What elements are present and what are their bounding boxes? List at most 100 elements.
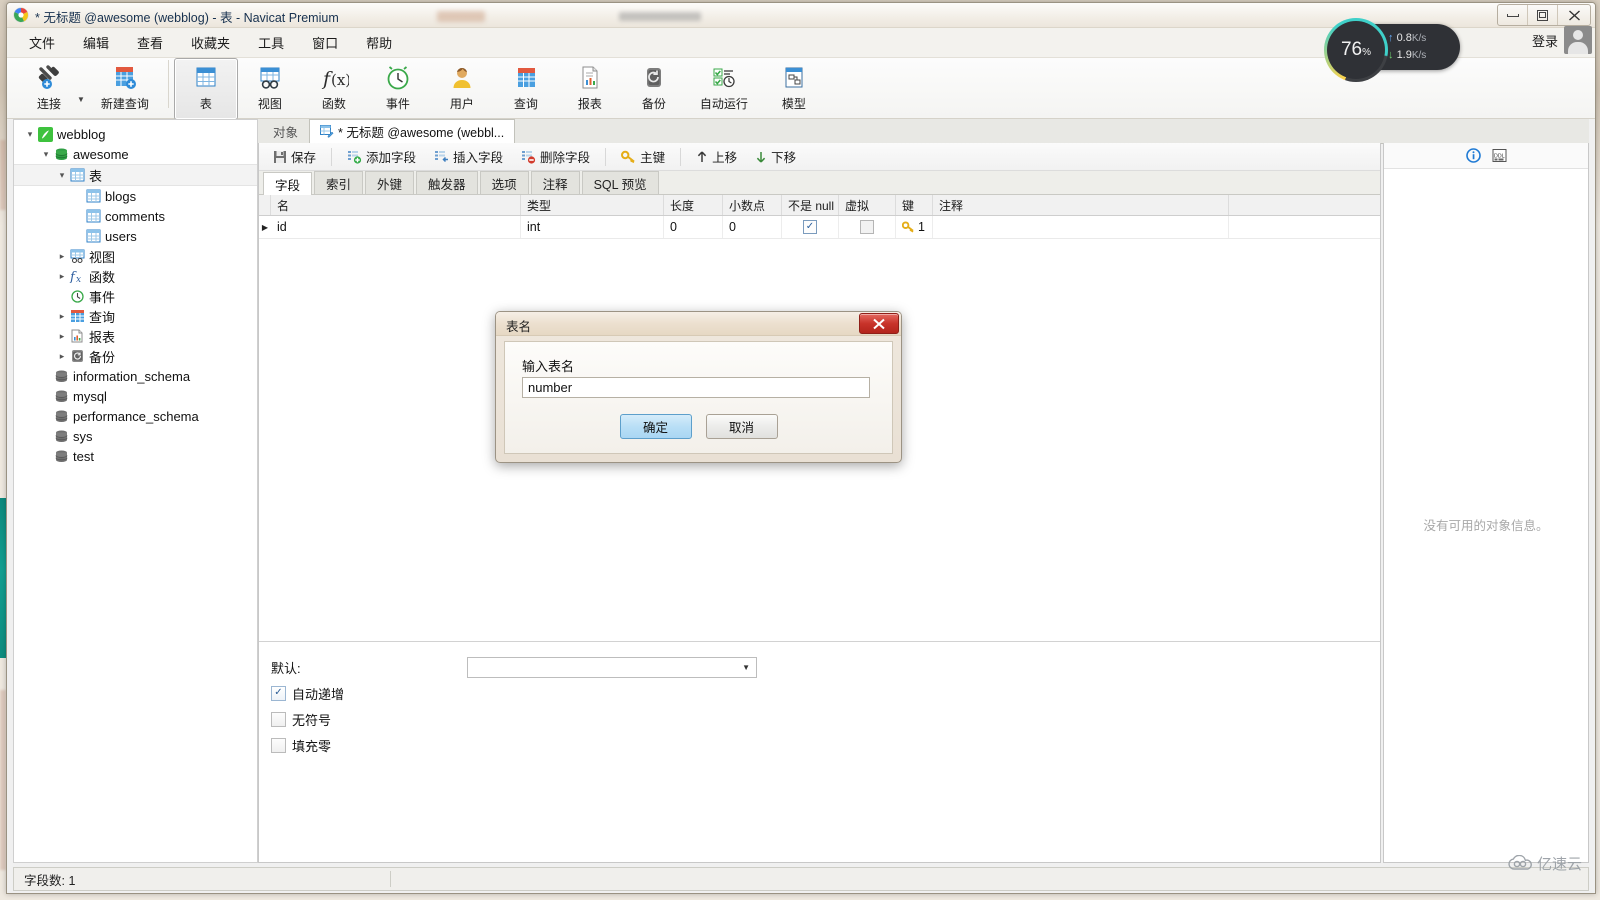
zerofill-row[interactable]: ✓ 填充零	[271, 732, 1380, 758]
toolbar-button-event[interactable]: 事件	[366, 58, 430, 120]
cell-virtual[interactable]: ✓	[839, 216, 896, 238]
twisty-icon[interactable]: ▾	[24, 129, 36, 140]
tree-node-views[interactable]: ▸ 视图	[14, 246, 257, 266]
virtual-checkbox[interactable]: ✓	[860, 220, 874, 234]
cell-key[interactable]: 1	[896, 216, 933, 238]
primary-key-button[interactable]: 主键	[613, 144, 673, 169]
column-header-name[interactable]: 名	[271, 195, 521, 215]
tree-node-test[interactable]: test	[14, 446, 257, 466]
login-link[interactable]: 登录	[1532, 31, 1558, 50]
zerofill-checkbox[interactable]: ✓	[271, 737, 286, 753]
tree-node-awesome[interactable]: ▾ awesome	[14, 144, 257, 164]
cell-decimals[interactable]: 0	[723, 216, 782, 238]
twisty-icon[interactable]: ▸	[56, 351, 68, 362]
chevron-down-icon[interactable]: ▼	[742, 663, 750, 672]
column-header-not-null[interactable]: 不是 null	[782, 195, 839, 215]
toolbar-button-model[interactable]: 模型	[762, 58, 826, 120]
cell-length[interactable]: 0	[664, 216, 723, 238]
move-up-button[interactable]: 上移	[688, 144, 745, 169]
toolbar-button-function[interactable]: f (x) 函数	[302, 58, 366, 120]
column-header-decimals[interactable]: 小数点	[723, 195, 782, 215]
ok-button[interactable]: 确定	[619, 414, 692, 439]
close-button[interactable]	[1558, 5, 1590, 25]
add-field-button[interactable]: 添加字段	[339, 144, 424, 169]
info-icon[interactable]	[1465, 148, 1481, 164]
column-header-type[interactable]: 类型	[521, 195, 664, 215]
toolbar-button-user[interactable]: 用户	[430, 58, 494, 120]
tree-node-mysql[interactable]: mysql	[14, 386, 257, 406]
cell-comment[interactable]	[933, 216, 1229, 238]
tree-node-webblog[interactable]: ▾ webblog	[14, 124, 257, 144]
tree-node-table-comments[interactable]: comments	[14, 206, 257, 226]
menu-item-window[interactable]: 窗口	[298, 29, 352, 56]
toolbar-button-automation[interactable]: 自动运行	[686, 58, 762, 120]
tree-node-table-users[interactable]: users	[14, 226, 257, 246]
cell-field-type[interactable]: int	[521, 216, 664, 238]
tab-comment[interactable]: 注释	[530, 171, 580, 194]
tab-indexes[interactable]: 索引	[314, 171, 364, 194]
auto-increment-checkbox[interactable]: ✓	[271, 685, 286, 701]
cell-not-null[interactable]: ✓	[782, 216, 839, 238]
tab-triggers[interactable]: 触发器	[416, 171, 478, 194]
menu-item-view[interactable]: 查看	[123, 29, 177, 56]
maximize-button[interactable]	[1528, 5, 1558, 25]
tree-node-information-schema[interactable]: information_schema	[14, 366, 257, 386]
column-header-virtual[interactable]: 虚拟	[839, 195, 896, 215]
insert-field-button[interactable]: 插入字段	[426, 144, 511, 169]
toolbar-button-report[interactable]: 报表	[558, 58, 622, 120]
column-header-length[interactable]: 长度	[664, 195, 723, 215]
cancel-button[interactable]: 取消	[705, 414, 778, 439]
default-value-select[interactable]: ▼	[467, 656, 757, 678]
ddl-icon[interactable]: DDL	[1491, 148, 1507, 164]
twisty-icon[interactable]: ▸	[56, 331, 68, 342]
unsigned-checkbox[interactable]: ✓	[271, 711, 286, 727]
tree-node-sys[interactable]: sys	[14, 426, 257, 446]
tree-node-table-blogs[interactable]: blogs	[14, 186, 257, 206]
tree-node-tables-folder[interactable]: ▾ 表	[14, 164, 257, 186]
save-button[interactable]: 保存	[265, 144, 324, 169]
not-null-checkbox[interactable]: ✓	[803, 220, 817, 234]
tab-foreign-keys[interactable]: 外键	[365, 171, 415, 194]
column-header-comment[interactable]: 注释	[933, 195, 1229, 215]
dialog-close-button[interactable]	[859, 313, 899, 334]
toolbar-button-connection[interactable]: 连接	[17, 58, 81, 120]
tree-node-queries[interactable]: ▸ 查询	[14, 306, 257, 326]
toolbar-button-backup[interactable]: 备份	[622, 58, 686, 120]
delete-field-button[interactable]: 删除字段	[513, 144, 598, 169]
auto-increment-row[interactable]: ✓ 自动递增	[271, 680, 1380, 706]
twisty-icon[interactable]: ▸	[56, 311, 68, 322]
menu-item-tools[interactable]: 工具	[244, 29, 298, 56]
twisty-icon[interactable]: ▾	[56, 170, 68, 181]
twisty-icon[interactable]: ▸	[56, 271, 68, 282]
tab-fields[interactable]: 字段	[263, 172, 313, 195]
tree-node-reports[interactable]: ▸ 报表	[14, 326, 257, 346]
menu-item-help[interactable]: 帮助	[352, 29, 406, 56]
unsigned-row[interactable]: ✓ 无符号	[271, 706, 1380, 732]
menu-item-favorites[interactable]: 收藏夹	[177, 29, 244, 56]
tab-table-designer[interactable]: * 无标题 @awesome (webbl...	[309, 119, 516, 144]
network-speed-widget[interactable]: 76% ↑ 0.8K/s ↓ 1.9K/s	[1327, 21, 1460, 79]
menu-item-file[interactable]: 文件	[15, 29, 69, 56]
tree-node-backups[interactable]: ▸ 备份	[14, 346, 257, 366]
twisty-icon[interactable]: ▾	[40, 149, 52, 160]
table-name-input[interactable]: number	[522, 377, 870, 398]
column-header-key[interactable]: 键	[896, 195, 933, 215]
tree-node-events[interactable]: 事件	[14, 286, 257, 306]
twisty-icon[interactable]: ▸	[56, 251, 68, 262]
minimize-button[interactable]	[1498, 5, 1528, 25]
toolbar-button-new-query[interactable]: 新建查询	[87, 58, 163, 120]
tab-objects[interactable]: 对象	[262, 119, 309, 143]
toolbar-button-query[interactable]: 查询	[494, 58, 558, 120]
tab-sql-preview[interactable]: SQL 预览	[581, 171, 659, 194]
cell-field-name[interactable]: id	[271, 216, 521, 238]
tree-node-functions[interactable]: ▸ fx 函数	[14, 266, 257, 286]
move-down-button[interactable]: 下移	[747, 144, 804, 169]
tab-options[interactable]: 选项	[479, 171, 529, 194]
tree-node-performance-schema[interactable]: performance_schema	[14, 406, 257, 426]
connection-dropdown-caret-icon[interactable]: ▼	[77, 95, 85, 104]
menu-item-edit[interactable]: 编辑	[69, 29, 123, 56]
table-row[interactable]: ▶ id int 0 0 ✓ ✓	[259, 216, 1380, 239]
toolbar-button-table[interactable]: 表	[173, 58, 238, 120]
toolbar-button-view[interactable]: 视图	[238, 58, 302, 120]
avatar[interactable]	[1564, 26, 1592, 54]
